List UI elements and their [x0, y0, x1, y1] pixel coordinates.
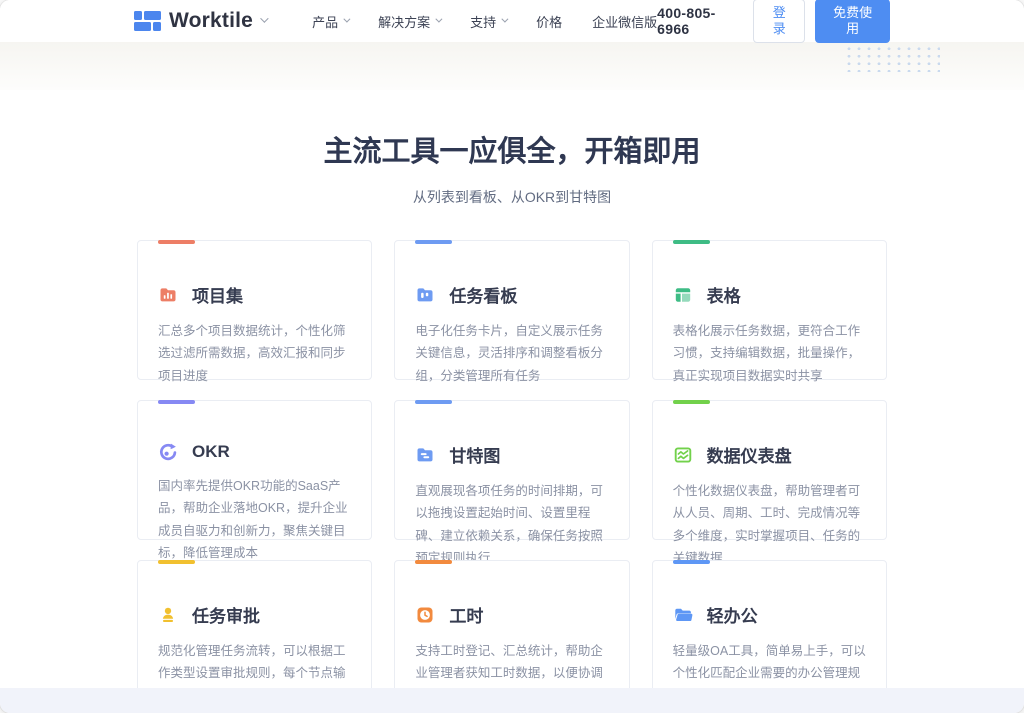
dot-pattern-decoration: [844, 45, 940, 72]
card-accent-bar: [158, 240, 195, 244]
card-title: 项目集: [192, 282, 243, 307]
card-accent-bar: [158, 400, 195, 404]
chevron-down-icon: [435, 15, 442, 22]
card-accent-bar: [158, 560, 195, 564]
nav-link[interactable]: 产品: [312, 12, 348, 31]
card-accent-bar: [415, 240, 452, 244]
card-description: 汇总多个项目数据统计，个性化筛选过滤所需数据，高效汇报和同步项目进度: [158, 320, 351, 387]
worktime-icon: [415, 605, 435, 625]
feature-card: 工时 支持工时登记、汇总统计，帮助企业管理者获知工时数据，以便协调资源、控制成本: [394, 560, 629, 700]
card-accent-bar: [415, 400, 452, 404]
card-accent-bar: [673, 560, 710, 564]
chevron-down-icon: [260, 14, 268, 22]
card-title: 任务审批: [192, 602, 260, 627]
nav-link[interactable]: 解决方案: [378, 12, 440, 31]
card-title: 甘特图: [449, 442, 500, 467]
chevron-down-icon: [343, 15, 350, 22]
feature-grid: 项目集 汇总多个项目数据统计，个性化筛选过滤所需数据，高效汇报和同步项目进度 任…: [137, 240, 887, 700]
next-section-band: [0, 688, 1024, 713]
phone-number: 400-805-6966: [657, 5, 735, 37]
feature-card: 任务审批 规范化管理任务流转，可以根据工作类型设置审批规则，每个节点输出的关键成…: [137, 560, 372, 700]
feature-card: 任务看板 电子化任务卡片，自定义展示任务关键信息，灵活排序和调整看板分组，分类管…: [394, 240, 629, 380]
card-description: 表格化展示任务数据，更符合工作习惯，支持编辑数据，批量操作，真正实现项目数据实时…: [673, 320, 866, 387]
card-accent-bar: [673, 400, 710, 404]
nav-link[interactable]: 企业微信版: [592, 12, 657, 31]
section-subtitle: 从列表到看板、从OKR到甘特图: [0, 187, 1024, 207]
approval-icon: [158, 605, 178, 625]
top-navbar: Worktile 产品 解决方案 支持 价格 企业微信版 400-805-6966 登录…: [0, 0, 1024, 42]
free-trial-button[interactable]: 免费使用: [815, 0, 890, 43]
chevron-down-icon: [501, 15, 508, 22]
brand-name: Worktile: [169, 9, 253, 33]
feature-card: 数据仪表盘 个性化数据仪表盘，帮助管理者可从人员、周期、工时、完成情况等多个维度…: [652, 400, 887, 540]
card-title: 表格: [707, 282, 741, 307]
office-icon: [673, 605, 693, 625]
nav-link[interactable]: 支持: [470, 12, 506, 31]
nav-link[interactable]: 价格: [536, 12, 562, 31]
worktile-logo[interactable]: Worktile: [134, 9, 266, 33]
card-title: 工时: [449, 602, 483, 627]
portfolio-icon: [158, 285, 178, 305]
kanban-icon: [415, 285, 435, 305]
okr-icon: [158, 442, 178, 462]
nav-links: 产品 解决方案 支持 价格 企业微信版: [312, 12, 657, 31]
worktile-landing-page: Worktile 产品 解决方案 支持 价格 企业微信版 400-805-6966 登录…: [0, 0, 1024, 713]
nav-right: 400-805-6966 登录 免费使用: [657, 0, 890, 43]
card-accent-bar: [673, 240, 710, 244]
worktile-logo-icon: [134, 10, 161, 32]
table-icon: [673, 285, 693, 305]
feature-card: 表格 表格化展示任务数据，更符合工作习惯，支持编辑数据，批量操作，真正实现项目数…: [652, 240, 887, 380]
card-title: 任务看板: [449, 282, 517, 307]
card-description: 直观展现各项任务的时间排期，可以拖拽设置起始时间、设置里程碑、建立依赖关系，确保…: [415, 480, 608, 569]
card-description: 电子化任务卡片，自定义展示任务关键信息，灵活排序和调整看板分组，分类管理所有任务: [415, 320, 608, 387]
dashboard-icon: [673, 445, 693, 465]
card-accent-bar: [415, 560, 452, 564]
card-description: 国内率先提供OKR功能的SaaS产品，帮助企业落地OKR，提升企业成员自驱力和创…: [158, 475, 351, 564]
gantt-icon: [415, 445, 435, 465]
hero-band: [0, 42, 1024, 90]
card-title: OKR: [192, 442, 230, 462]
feature-card: 甘特图 直观展现各项任务的时间排期，可以拖拽设置起始时间、设置里程碑、建立依赖关…: [394, 400, 629, 540]
section-title: 主流工具一应俱全，开箱即用: [0, 128, 1024, 170]
login-button[interactable]: 登录: [753, 0, 805, 43]
feature-card: 项目集 汇总多个项目数据统计，个性化筛选过滤所需数据，高效汇报和同步项目进度: [137, 240, 372, 380]
card-description: 个性化数据仪表盘，帮助管理者可从人员、周期、工时、完成情况等多个维度，实时掌握项…: [673, 480, 866, 569]
card-title: 轻办公: [707, 602, 758, 627]
feature-card: 轻办公 轻量级OA工具，简单易上手，可以个性化匹配企业需要的办公管理规则，支持消…: [652, 560, 887, 700]
feature-card: OKR 国内率先提供OKR功能的SaaS产品，帮助企业落地OKR，提升企业成员自…: [137, 400, 372, 540]
card-title: 数据仪表盘: [707, 442, 792, 467]
